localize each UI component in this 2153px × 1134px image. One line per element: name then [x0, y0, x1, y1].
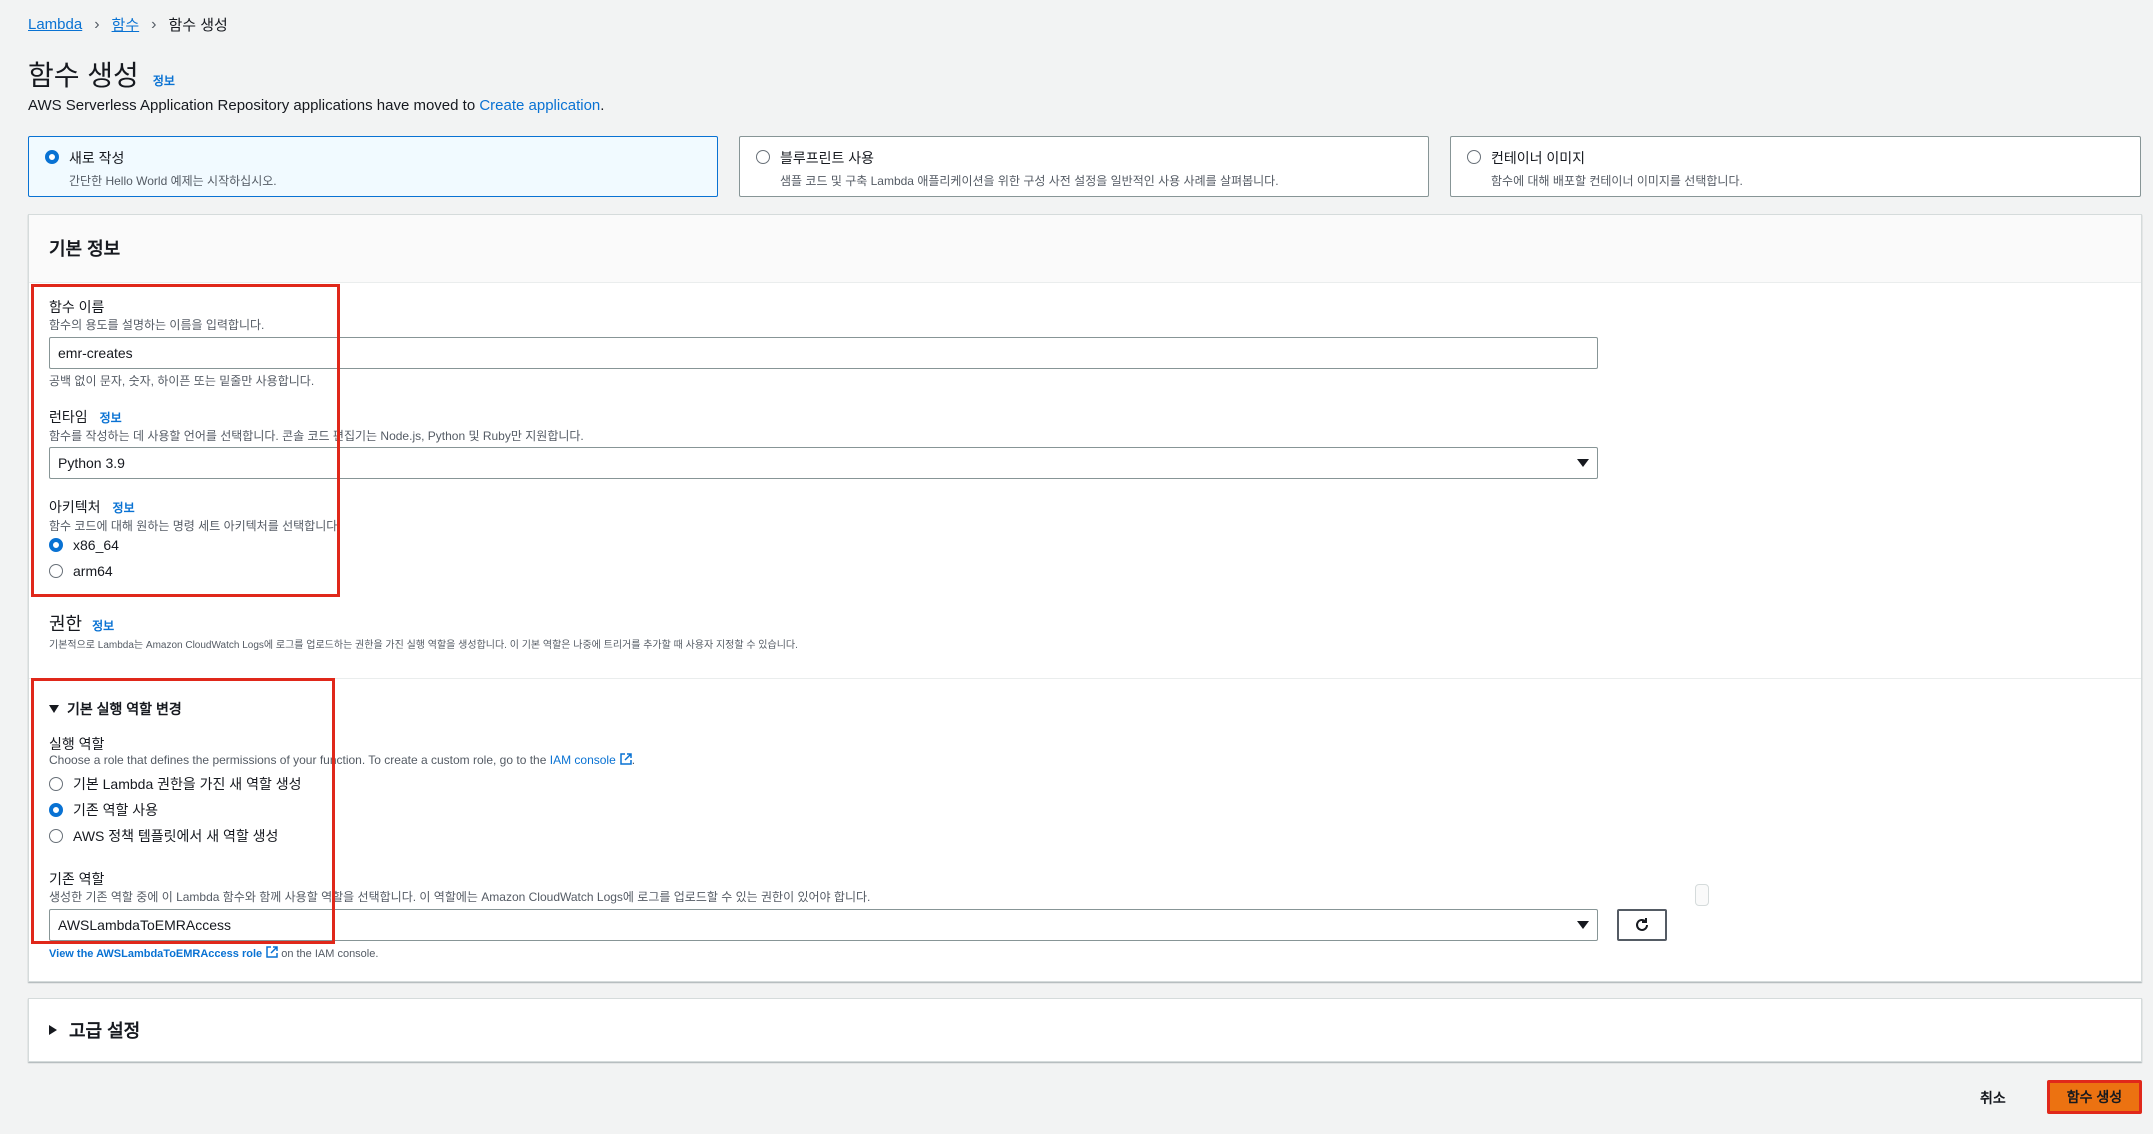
permissions-label-text: 권한 — [49, 614, 83, 634]
exec-role-desc-end: . — [631, 753, 636, 767]
basic-info-panel: 기본 정보 함수 이름 함수의 용도를 설명하는 이름을 입력합니다. emr-… — [28, 214, 2142, 982]
refresh-button[interactable] — [1617, 909, 1667, 941]
external-link-icon — [620, 753, 632, 765]
caret-right-icon — [49, 1025, 57, 1035]
permissions-desc: 기본적으로 Lambda는 Amazon CloudWatch Logs에 로그… — [49, 640, 798, 651]
subtitle-text: AWS Serverless Application Repository ap… — [28, 97, 480, 114]
create-function-button[interactable]: 함수 생성 — [2047, 1080, 2142, 1114]
info-link[interactable]: 정보 — [153, 72, 175, 89]
option-desc: 함수에 대해 배포할 컨테이너 이미지를 선택합니다. — [1491, 174, 1743, 188]
radio-button[interactable] — [45, 150, 59, 164]
permissions-label: 권한 정보 — [49, 610, 114, 636]
breadcrumb-current: 함수 생성 — [168, 17, 228, 34]
option-title: 컨테이너 이미지 — [1491, 150, 1586, 166]
permissions-info-link[interactable]: 정보 — [92, 617, 114, 634]
scroll-handle[interactable] — [1695, 884, 1709, 906]
page-subtitle: AWS Serverless Application Repository ap… — [28, 97, 604, 114]
panel-header: 기본 정보 — [29, 215, 2141, 283]
radio-button[interactable] — [756, 150, 770, 164]
option-author-from-scratch[interactable]: 새로 작성 간단한 Hello World 예제는 시작하십시오. — [28, 136, 718, 197]
breadcrumb-functions[interactable]: 함수 — [112, 14, 140, 35]
caret-down-icon — [1577, 459, 1589, 467]
option-title: 새로 작성 — [69, 150, 125, 166]
create-application-link[interactable]: Create application — [479, 97, 600, 114]
advanced-settings-panel[interactable]: 고급 설정 — [28, 998, 2142, 1062]
highlight-box — [31, 678, 335, 944]
chevron-right-icon: › — [151, 15, 157, 33]
option-desc: 간단한 Hello World 예제는 시작하십시오. — [69, 174, 277, 188]
cancel-button[interactable]: 취소 — [1980, 1088, 2006, 1108]
breadcrumb-lambda[interactable]: Lambda — [28, 16, 82, 33]
page-title: 함수 생성 정보 — [28, 54, 175, 94]
option-container-image[interactable]: 컨테이너 이미지 함수에 대해 배포할 컨테이너 이미지를 선택합니다. — [1450, 136, 2141, 197]
radio-button[interactable] — [1467, 150, 1481, 164]
option-use-blueprint[interactable]: 블루프린트 사용 샘플 코드 및 구축 Lambda 애플리케이션을 위한 구성… — [739, 136, 1429, 197]
page-title-text: 함수 생성 — [28, 60, 139, 91]
view-role-link[interactable]: View the AWSLambdaToEMRAccess role — [49, 948, 262, 960]
divider — [29, 678, 2141, 679]
advanced-settings-label: 고급 설정 — [69, 1021, 141, 1041]
view-role-line: View the AWSLambdaToEMRAccess role on th… — [49, 946, 378, 960]
subtitle-end: . — [600, 97, 605, 114]
external-link-icon — [266, 946, 278, 958]
breadcrumb: Lambda › 함수 › 함수 생성 — [28, 14, 228, 35]
panel-title: 기본 정보 — [49, 239, 121, 259]
advanced-settings-toggle[interactable]: 고급 설정 — [49, 1017, 140, 1043]
chevron-right-icon: › — [94, 15, 100, 33]
refresh-icon — [1636, 918, 1648, 931]
caret-down-icon — [1577, 921, 1589, 929]
option-title: 블루프린트 사용 — [780, 150, 875, 166]
iam-console-link[interactable]: IAM console — [550, 753, 616, 767]
highlight-box — [31, 284, 340, 597]
view-role-suffix: on the IAM console. — [278, 948, 379, 960]
option-desc: 샘플 코드 및 구축 Lambda 애플리케이션을 위한 구성 사전 설정을 일… — [780, 174, 1279, 188]
